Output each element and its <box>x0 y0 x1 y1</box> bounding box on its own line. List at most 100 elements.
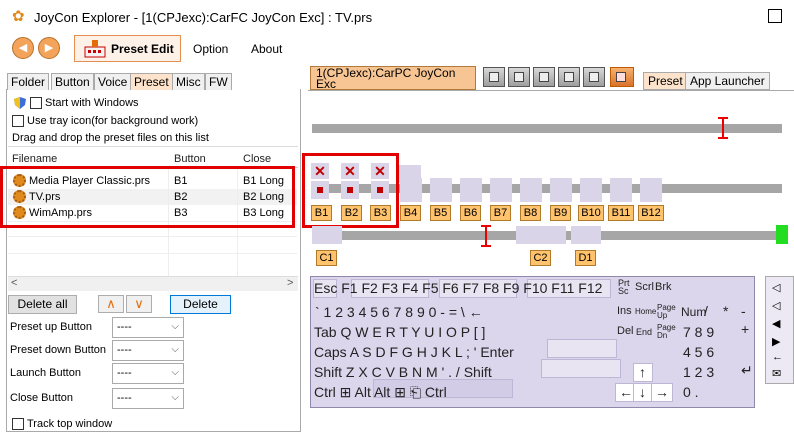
tab-misc[interactable]: Misc <box>172 73 205 90</box>
col-button[interactable]: Button <box>174 153 206 165</box>
key-group[interactable] <box>541 359 621 378</box>
col-close[interactable]: Close <box>243 153 271 165</box>
close-select[interactable]: ---- ⌵ <box>112 388 184 409</box>
use-tray-icon-checkbox[interactable] <box>12 115 24 127</box>
play-icon[interactable]: ▶ <box>772 335 780 348</box>
option-menu[interactable]: Option <box>193 42 228 56</box>
arrow-left-icon: ← <box>619 384 633 400</box>
button-b11[interactable]: B11 <box>608 205 634 221</box>
numpad-row-4[interactable]: 0 . <box>683 384 699 400</box>
arrow-up-key[interactable]: ↑ <box>633 363 653 382</box>
np-star-key[interactable]: * <box>723 303 728 319</box>
tab-app-launcher[interactable]: App Launcher <box>685 72 770 90</box>
button-b8[interactable]: B8 <box>520 205 541 221</box>
back-button[interactable]: ◀ <box>12 37 34 59</box>
pageup-key[interactable]: Page Up <box>657 304 676 320</box>
tab-preset[interactable]: Preset <box>130 73 173 90</box>
about-menu[interactable]: About <box>251 42 282 56</box>
col-filename[interactable]: Filename <box>12 153 57 165</box>
page-icon <box>514 72 524 82</box>
start-with-windows-checkbox[interactable] <box>30 97 42 109</box>
move-down-button[interactable]: ∨ <box>126 295 152 313</box>
preset-edit-button[interactable]: Preset Edit <box>74 35 181 62</box>
del-key[interactable]: Del <box>617 325 634 337</box>
box-icon <box>564 72 574 82</box>
scroll-right-icon[interactable]: > <box>287 277 293 289</box>
scrl-key[interactable]: Scrl <box>635 281 654 293</box>
button-b7[interactable]: B7 <box>490 205 511 221</box>
button-slot <box>516 226 566 244</box>
toolbar-button-2[interactable] <box>508 67 530 87</box>
device-tab[interactable]: 1(CPJexc):CarPC JoyCon Exc TV <box>310 66 476 90</box>
np-minus-key[interactable]: - <box>741 303 746 319</box>
button-d1[interactable]: D1 <box>575 250 596 266</box>
np-plus-key[interactable]: + <box>741 321 749 337</box>
slider-marker[interactable] <box>480 225 492 247</box>
button-b9[interactable]: B9 <box>550 205 571 221</box>
prtsc-key[interactable]: Prt Sc <box>618 279 632 296</box>
ins-key[interactable]: Ins <box>617 305 632 317</box>
tab-right-preset[interactable]: Preset <box>643 72 688 90</box>
enter-key[interactable] <box>547 339 617 358</box>
keyboard-row-numbers[interactable]: ` 1 2 3 4 5 6 7 8 9 0 - = \ ← <box>315 304 483 320</box>
button-b4[interactable]: B4 <box>400 205 421 221</box>
numpad-row-1[interactable]: 7 8 9 <box>683 324 714 340</box>
toolbar-button-3[interactable] <box>533 67 555 87</box>
toolbar-button-1[interactable] <box>483 67 505 87</box>
home-key[interactable]: Home <box>635 307 656 316</box>
back-arrow-icon[interactable]: ← <box>772 351 783 363</box>
tab-fw[interactable]: FW <box>205 73 232 90</box>
arrow-down-key[interactable]: ↓ <box>633 383 653 402</box>
slider-marker[interactable] <box>717 117 729 139</box>
move-up-button[interactable]: ∧ <box>98 295 124 313</box>
delete-all-button[interactable]: Delete all <box>8 295 77 314</box>
tab-button[interactable]: Button <box>51 73 94 90</box>
end-key[interactable]: End <box>636 327 652 337</box>
preset-down-select[interactable]: ---- ⌵ <box>112 340 184 361</box>
volume-down-icon[interactable]: ◁ <box>772 299 780 312</box>
maximize-button[interactable] <box>768 9 782 23</box>
button-b10[interactable]: B10 <box>578 205 604 221</box>
arrow-right-key[interactable]: → <box>651 383 673 402</box>
forward-button[interactable]: ▶ <box>38 37 60 59</box>
button-b5[interactable]: B5 <box>430 205 451 221</box>
button-b12[interactable]: B12 <box>638 205 664 221</box>
preset-up-select[interactable]: ---- ⌵ <box>112 317 184 338</box>
button-c2[interactable]: C2 <box>530 250 551 266</box>
button-slot <box>610 178 632 202</box>
status-indicator <box>776 225 788 244</box>
mail-icon[interactable]: ✉ <box>772 367 781 380</box>
keyboard-row-ctrl[interactable]: Ctrl ⊞ Alt Alt ⊞ ⎗ Ctrl <box>314 384 447 401</box>
toolbar-button-6[interactable] <box>610 67 634 87</box>
keyboard-row-asdf[interactable]: Caps A S D F G H J K L ; ' Enter <box>314 344 514 360</box>
keyboard-row-fn[interactable]: Esc F1 F2 F3 F4 F5 F6 F7 F8 F9 F10 F11 F… <box>314 280 602 296</box>
close-label: Close Button <box>10 392 73 404</box>
rewind-icon[interactable]: ◀ <box>772 317 780 330</box>
launch-select[interactable]: ---- ⌵ <box>112 363 184 384</box>
numpad-row-3[interactable]: 1 2 3 <box>683 364 714 380</box>
button-c1[interactable]: C1 <box>316 250 337 266</box>
tab-voice[interactable]: Voice <box>94 73 132 90</box>
scroll-left-icon[interactable]: < <box>11 277 17 289</box>
toolbar-button-4[interactable] <box>558 67 580 87</box>
brk-key[interactable]: Brk <box>655 281 672 293</box>
np-enter-key[interactable]: ↵ <box>741 362 753 379</box>
tab-folder[interactable]: Folder <box>7 73 50 90</box>
delete-button[interactable]: Delete <box>170 295 231 314</box>
pagedn-key[interactable]: Page Dn <box>657 324 676 340</box>
numlock-key[interactable]: Num <box>681 305 706 319</box>
button-b6[interactable]: B6 <box>460 205 481 221</box>
volume-icon[interactable]: ◁ <box>772 281 780 294</box>
button-slot <box>460 178 482 202</box>
horizontal-scrollbar[interactable]: < > <box>8 276 298 291</box>
window-title: JoyCon Explorer - [1(CPJexc):CarFC JoyCo… <box>34 10 373 25</box>
arrow-left-key[interactable]: ← <box>615 383 635 402</box>
highlight-box <box>0 166 295 228</box>
keyboard-row-qwerty[interactable]: Tab Q W E R T Y U I O P [ ] <box>314 324 485 340</box>
keyboard-row-zxcv[interactable]: Shift Z X C V B N M ' . / Shift <box>314 364 492 380</box>
preset-edit-label: Preset Edit <box>111 42 174 56</box>
np-slash-key[interactable]: / <box>704 303 708 319</box>
numpad-row-2[interactable]: 4 5 6 <box>683 344 714 360</box>
toolbar-button-5[interactable] <box>583 67 605 87</box>
track-top-window-checkbox[interactable] <box>12 418 24 430</box>
